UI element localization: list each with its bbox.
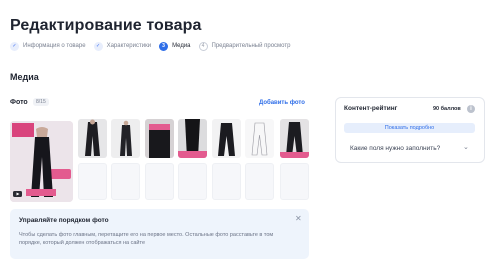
step-label: Предварительный просмотр (211, 43, 291, 49)
empty-photo-slot[interactable] (145, 163, 174, 200)
chevron-down-icon[interactable]: ⌄ (463, 143, 469, 151)
step-number: 4 (198, 41, 208, 51)
empty-photo-slot[interactable] (111, 163, 140, 200)
step-label: Характеристики (106, 43, 152, 49)
main-photo[interactable] (10, 121, 73, 202)
step-done-icon: ✓ (93, 41, 103, 51)
step-label: Информация о товаре (23, 43, 86, 49)
step-media[interactable]: 3 Медиа (159, 41, 191, 51)
photo-thumbnail[interactable] (245, 119, 274, 158)
main-photo-image (10, 121, 73, 202)
step-info[interactable]: ✓ Информация о товаре (10, 41, 86, 51)
photo-thumbnail[interactable] (280, 119, 309, 158)
info-icon[interactable]: i (467, 105, 475, 113)
empty-photo-slot[interactable] (245, 163, 274, 200)
info-text: Чтобы сделать фото главным, перетащите е… (19, 232, 274, 246)
step-done-icon: ✓ (10, 41, 19, 51)
step-characteristics[interactable]: ✓ Характеристики (93, 41, 152, 51)
step-label: Медиа (172, 43, 191, 49)
add-photo-link[interactable]: Добавить фото (259, 100, 305, 106)
photo-label: Фото (10, 99, 28, 106)
photo-count-badge: 8/15 (33, 98, 49, 106)
photo-thumbnail[interactable] (212, 119, 241, 158)
photo-thumbnail[interactable] (78, 119, 107, 158)
empty-photo-slot[interactable] (280, 163, 309, 200)
empty-photo-slot[interactable] (78, 163, 107, 200)
empty-photo-slot[interactable] (178, 163, 207, 200)
photo-thumbnail[interactable] (111, 119, 140, 158)
content-rating-label: Контент-рейтинг (344, 105, 398, 112)
progress-steps: ✓ Информация о товаре ✓ Характеристики 3… (10, 40, 298, 52)
content-rating-value: 90 баллов (433, 106, 461, 112)
photo-thumbnail[interactable] (145, 119, 174, 158)
which-fields-toggle[interactable]: Какие поля нужно заполнить? (350, 145, 440, 152)
close-icon[interactable]: ✕ (295, 214, 302, 223)
section-title-media: Медиа (10, 72, 39, 82)
show-details-button[interactable]: Показать подробно (344, 123, 475, 133)
page-title: Редактирование товара (10, 17, 202, 34)
info-title: Управляйте порядком фото (19, 217, 109, 224)
empty-photo-slot[interactable] (212, 163, 241, 200)
photo-thumbnail[interactable] (178, 119, 207, 158)
step-number: 3 (159, 41, 169, 51)
step-preview[interactable]: 4 Предварительный просмотр (198, 41, 291, 51)
